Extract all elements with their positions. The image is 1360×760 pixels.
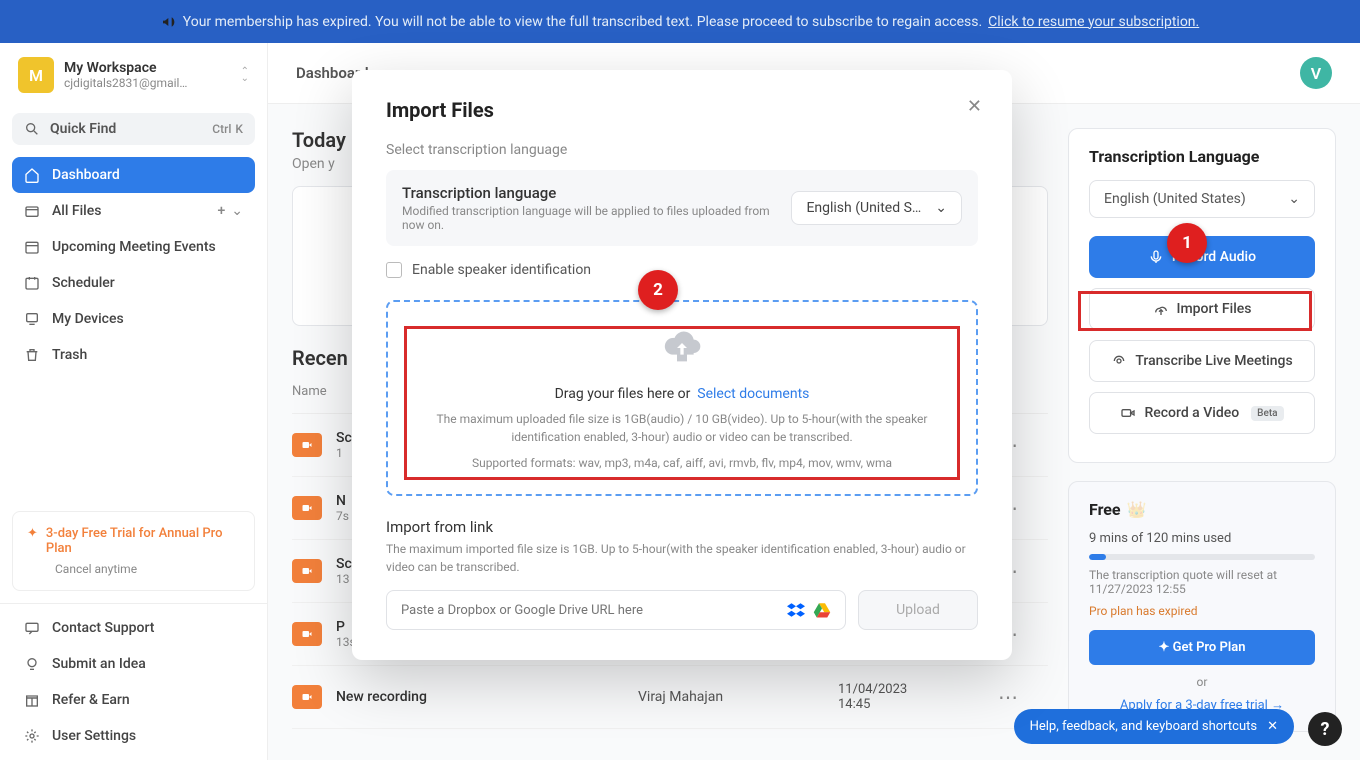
recording-icon xyxy=(292,496,322,520)
close-icon[interactable]: ✕ xyxy=(967,96,982,117)
link-url-input[interactable] xyxy=(401,603,787,618)
expired-text: Pro plan has expired xyxy=(1089,604,1315,618)
nav-refer-earn[interactable]: Refer & Earn xyxy=(12,682,255,718)
main-nav: Dashboard All Files +⌄ Upcoming Meeting … xyxy=(0,151,267,379)
nav-upcoming-events[interactable]: Upcoming Meeting Events xyxy=(12,229,255,265)
nav-trash[interactable]: Trash xyxy=(12,337,255,373)
home-icon xyxy=(24,167,40,183)
search-icon xyxy=(24,121,40,137)
folder-icon xyxy=(24,203,40,219)
import-files-button[interactable]: Import Files xyxy=(1089,288,1315,330)
nav-all-files[interactable]: All Files +⌄ xyxy=(12,193,255,229)
trial-card[interactable]: ✦ 3-day Free Trial for Annual Pro Plan C… xyxy=(12,511,255,591)
dropzone[interactable]: Drag your files here or Select documents… xyxy=(386,300,978,496)
mic-icon xyxy=(1148,249,1164,265)
recording-icon xyxy=(292,433,322,457)
workspace-name: My Workspace xyxy=(64,60,231,76)
nav-contact-support[interactable]: Contact Support xyxy=(12,610,255,646)
crown-icon: 👑 xyxy=(1127,500,1147,519)
footer-nav: Contact Support Submit an Idea Refer & E… xyxy=(0,603,267,760)
chevron-down-icon: ⌄ xyxy=(1288,191,1300,207)
bulb-icon xyxy=(24,656,40,672)
banner-text: Your membership has expired. You will no… xyxy=(183,14,982,30)
quick-find[interactable]: Quick Find CtrlK xyxy=(12,113,255,145)
banner-link[interactable]: Click to resume your subscription. xyxy=(988,14,1199,30)
usage-progress xyxy=(1089,554,1315,560)
row-more-button[interactable]: ⋯ xyxy=(998,685,1048,709)
video-icon xyxy=(1120,405,1136,421)
import-link-sub: The maximum imported file size is 1GB. U… xyxy=(386,540,978,576)
modal-lang-select[interactable]: English (United S… ⌄ xyxy=(791,191,962,225)
gdrive-icon xyxy=(813,601,831,619)
nav-scheduler[interactable]: Scheduler xyxy=(12,265,255,301)
workspace-avatar: M xyxy=(18,57,54,93)
dropbox-icon xyxy=(787,601,805,619)
plan-name: Free👑 xyxy=(1089,500,1315,519)
table-row[interactable]: New recording Viraj Mahajan 11/04/202314… xyxy=(292,666,1048,729)
get-pro-button[interactable]: ✦ Get Pro Plan xyxy=(1089,630,1315,665)
nav-user-settings[interactable]: User Settings xyxy=(12,718,255,754)
help-button[interactable]: ? xyxy=(1308,712,1342,746)
cloud-upload-icon xyxy=(410,328,954,368)
gift-icon xyxy=(24,692,40,708)
device-icon xyxy=(24,311,40,327)
dropzone-text: Drag your files here or Select documents xyxy=(410,386,954,402)
nav-dashboard[interactable]: Dashboard xyxy=(12,157,255,193)
recording-icon xyxy=(292,622,322,646)
upload-button[interactable]: Upload xyxy=(858,590,978,630)
annotation-2: 2 xyxy=(638,270,678,310)
nav-submit-idea[interactable]: Submit an Idea xyxy=(12,646,255,682)
lang-panel: Transcription Language English (United S… xyxy=(1068,128,1336,463)
import-files-modal: Import Files ✕ Select transcription lang… xyxy=(352,70,1012,660)
modal-title: Import Files xyxy=(386,98,978,122)
trash-icon xyxy=(24,347,40,363)
sidebar: M My Workspace cjdigitals2831@gmail… ⌃⌄ … xyxy=(0,43,268,760)
annotation-1: 1 xyxy=(1167,223,1207,263)
link-input-wrapper xyxy=(386,590,846,630)
chevron-down-icon[interactable]: ⌄ xyxy=(231,203,243,219)
usage-text: 9 mins of 120 mins used xyxy=(1089,531,1315,546)
lang-select[interactable]: English (United States) ⌄ xyxy=(1089,180,1315,218)
checkbox-icon xyxy=(386,262,402,278)
import-link-title: Import from link xyxy=(386,518,978,536)
modal-step-label: Select transcription language xyxy=(386,142,978,158)
chat-icon xyxy=(24,620,40,636)
usage-note: The transcription quote will reset at 11… xyxy=(1089,568,1315,596)
help-pill[interactable]: Help, feedback, and keyboard shortcuts ✕ xyxy=(1014,709,1294,744)
broadcast-icon xyxy=(1111,353,1127,369)
transcribe-live-button[interactable]: Transcribe Live Meetings xyxy=(1089,340,1315,382)
record-video-button[interactable]: Record a Video Beta xyxy=(1089,392,1315,434)
chevron-down-icon: ⌄ xyxy=(935,200,947,216)
select-documents-link[interactable]: Select documents xyxy=(697,386,809,402)
usage-panel: Free👑 9 mins of 120 mins used The transc… xyxy=(1068,481,1336,732)
sparkle-icon: ✦ xyxy=(27,526,38,556)
calendar-icon xyxy=(24,239,40,255)
recording-icon xyxy=(292,559,322,583)
plus-icon[interactable]: + xyxy=(217,203,225,219)
gear-icon xyxy=(24,728,40,744)
upload-icon xyxy=(1153,301,1169,317)
workspace-switcher[interactable]: M My Workspace cjdigitals2831@gmail… ⌃⌄ xyxy=(0,43,267,107)
recording-icon xyxy=(292,685,322,709)
user-avatar[interactable]: V xyxy=(1300,57,1332,89)
beta-badge: Beta xyxy=(1251,406,1283,421)
quick-find-label: Quick Find xyxy=(50,121,116,137)
speaker-id-checkbox[interactable]: Enable speaker identification xyxy=(386,262,978,278)
scheduler-icon xyxy=(24,275,40,291)
membership-banner: Your membership has expired. You will no… xyxy=(0,0,1360,43)
close-icon[interactable]: ✕ xyxy=(1267,719,1278,734)
megaphone-icon xyxy=(161,14,177,30)
lang-panel-title: Transcription Language xyxy=(1089,147,1315,166)
workspace-email: cjdigitals2831@gmail… xyxy=(64,76,231,90)
nav-my-devices[interactable]: My Devices xyxy=(12,301,255,337)
lang-box: Transcription language Modified transcri… xyxy=(386,170,978,246)
chevron-updown-icon: ⌃⌄ xyxy=(241,68,249,82)
